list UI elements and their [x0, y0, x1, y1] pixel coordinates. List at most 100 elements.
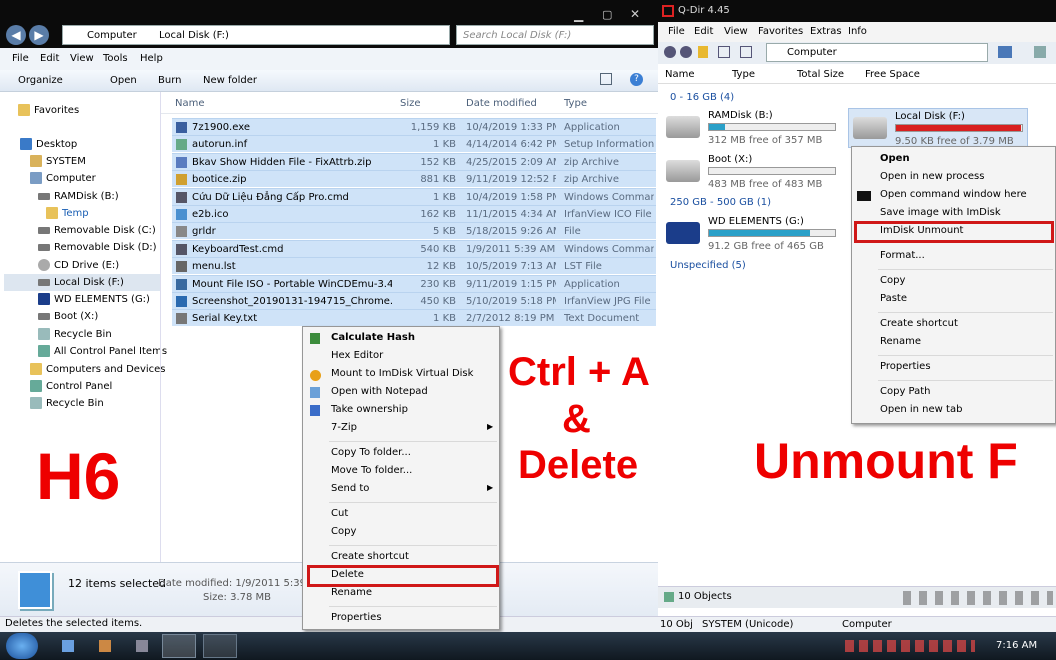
qmenu-open-new-process[interactable]: Open in new process	[880, 171, 984, 182]
group-header[interactable]: 0 - 16 GB (4)	[670, 92, 734, 103]
qdir-menu-extras[interactable]: Extras	[810, 26, 842, 37]
grid-icon[interactable]	[740, 46, 752, 58]
menu-tools[interactable]: Tools	[103, 53, 128, 64]
menu-7zip[interactable]: 7-Zip	[331, 422, 357, 433]
qdir-col-free[interactable]: Free Space	[865, 69, 920, 80]
file-row[interactable]: e2b.ico 162 KB 11/1/2015 4:34 AM IrfanView …	[172, 205, 656, 222]
column-size[interactable]: Size	[400, 98, 421, 109]
nav-item[interactable]: Temp	[46, 205, 89, 222]
taskbar-app-icon[interactable]	[99, 640, 111, 652]
menu-file[interactable]: File	[12, 53, 29, 64]
nav-item[interactable]: Control Panel	[30, 378, 112, 395]
nav-item[interactable]: Recycle Bin	[38, 326, 112, 343]
view-mode-icon[interactable]	[998, 46, 1012, 58]
menu-create-shortcut[interactable]: Create shortcut	[331, 551, 409, 562]
nav-item[interactable]: WD ELEMENTS (G:)	[38, 291, 150, 308]
back-icon[interactable]	[664, 46, 676, 58]
forward-icon[interactable]	[680, 46, 692, 58]
drive-tile[interactable]: WD ELEMENTS (G:) 91.2 GB free of 465 GB	[662, 214, 842, 254]
burn-button[interactable]: Burn	[158, 75, 181, 86]
menu-take-ownership[interactable]: Take ownership	[331, 404, 408, 415]
file-row[interactable]: menu.lst 12 KB 10/5/2019 7:13 AM LST File	[172, 257, 656, 275]
file-row[interactable]: KeyboardTest.cmd 540 KB 1/9/2011 5:39 AM Wi…	[172, 239, 656, 257]
menu-rename[interactable]: Rename	[331, 587, 372, 598]
tool-icons[interactable]	[903, 591, 1053, 605]
menu-cut[interactable]: Cut	[331, 508, 348, 519]
file-row[interactable]: Serial Key.txt 1 KB 2/7/2012 8:19 PM Text D…	[172, 309, 656, 327]
file-row[interactable]: 7z1900.exe 1,159 KB 10/4/2019 1:33 PM Appli…	[172, 118, 656, 135]
help-icon[interactable]: ?	[630, 73, 643, 86]
preview-pane-icon[interactable]	[600, 73, 612, 85]
close-button[interactable]: ✕	[630, 7, 640, 21]
back-icon[interactable]: ◀	[6, 25, 26, 45]
qmenu-open-cmd[interactable]: Open command window here	[880, 189, 1027, 200]
breadcrumb-computer[interactable]: Computer	[87, 30, 137, 41]
qdir-col-type[interactable]: Type	[732, 69, 755, 80]
menu-open-notepad[interactable]: Open with Notepad	[331, 386, 428, 397]
menu-properties[interactable]: Properties	[331, 612, 382, 623]
menu-view[interactable]: View	[70, 53, 94, 64]
qmenu-copy-path[interactable]: Copy Path	[880, 386, 931, 397]
file-row[interactable]: Cứu Dữ Liệu Đẳng Cấp Pro.cmd 1 KB 10/4/201…	[172, 187, 656, 205]
nav-item[interactable]: Removable Disk (C:)	[38, 222, 156, 239]
nav-item[interactable]: Computer	[30, 170, 96, 187]
view-icon[interactable]	[718, 46, 730, 58]
nav-item[interactable]: RAMDisk (B:)	[38, 188, 119, 205]
qdir-menu-view[interactable]: View	[724, 26, 748, 37]
taskbar-explorer-button[interactable]	[162, 634, 196, 658]
qmenu-open-new-tab[interactable]: Open in new tab	[880, 404, 962, 415]
objects-count[interactable]: 10 Objects	[678, 591, 732, 602]
file-row[interactable]: bootice.zip 881 KB 9/11/2019 12:52 PM zip A…	[172, 170, 656, 188]
menu-hex-editor[interactable]: Hex Editor	[331, 350, 383, 361]
qmenu-paste[interactable]: Paste	[880, 293, 907, 304]
nav-item[interactable]: Favorites	[18, 102, 79, 119]
file-row[interactable]: Screenshot_20190131-194715_Chrome.jpg 450…	[172, 292, 656, 309]
qmenu-save-image[interactable]: Save image with ImDisk	[880, 207, 1001, 218]
nav-item[interactable]: Local Disk (F:)	[4, 274, 160, 291]
taskbar-qdir-button[interactable]	[203, 634, 237, 658]
maximize-button[interactable]: ▢	[602, 8, 612, 21]
drive-tile[interactable]: RAMDisk (B:) 312 MB free of 357 MB	[662, 108, 842, 148]
menu-copy[interactable]: Copy	[331, 526, 356, 537]
open-button[interactable]: Open	[110, 75, 137, 86]
taskbar-app-icon[interactable]	[136, 640, 148, 652]
qmenu-format[interactable]: Format...	[880, 250, 925, 261]
nav-item[interactable]: SYSTEM	[30, 153, 86, 170]
qmenu-open[interactable]: Open	[880, 153, 910, 164]
nav-item[interactable]: Recycle Bin	[30, 395, 104, 412]
column-name[interactable]: Name	[175, 98, 205, 109]
menu-move-to-folder[interactable]: Move To folder...	[331, 465, 412, 476]
menu-calculate-hash[interactable]: Calculate Hash	[331, 332, 415, 343]
qdir-col-total[interactable]: Total Size	[797, 69, 844, 80]
menu-mount-imdisk[interactable]: Mount to ImDisk Virtual Disk	[331, 368, 473, 379]
qdir-menu-file[interactable]: File	[668, 26, 685, 37]
qdir-menu-edit[interactable]: Edit	[694, 26, 713, 37]
nav-item[interactable]: CD Drive (E:)	[38, 257, 119, 274]
nav-item[interactable]: Computers and Devices	[30, 361, 166, 378]
drive-tile[interactable]: Boot (X:) 483 MB free of 483 MB	[662, 152, 842, 192]
up-folder-icon[interactable]	[698, 46, 708, 58]
qdir-address-bar[interactable]: Computer	[766, 43, 988, 62]
menu-copy-to-folder[interactable]: Copy To folder...	[331, 447, 411, 458]
qmenu-rename[interactable]: Rename	[880, 336, 921, 347]
qdir-col-name[interactable]: Name	[665, 69, 695, 80]
nav-item[interactable]: Removable Disk (D:)	[38, 239, 157, 256]
qmenu-properties[interactable]: Properties	[880, 361, 931, 372]
forward-icon[interactable]: ▶	[29, 25, 49, 45]
nav-item[interactable]: Boot (X:)	[38, 308, 98, 325]
qmenu-copy[interactable]: Copy	[880, 275, 905, 286]
nav-item[interactable]: All Control Panel Items	[38, 343, 167, 360]
minimize-button[interactable]: ▁	[574, 8, 583, 22]
group-header[interactable]: 250 GB - 500 GB (1)	[670, 197, 771, 208]
qmenu-create-shortcut[interactable]: Create shortcut	[880, 318, 958, 329]
options-icon[interactable]	[1034, 46, 1046, 58]
new-folder-button[interactable]: New folder	[203, 75, 257, 86]
search-input[interactable]: Search Local Disk (F:)	[456, 25, 654, 45]
file-row[interactable]: Bkav Show Hidden File - FixAttrb.zip 152 …	[172, 152, 656, 170]
group-header[interactable]: Unspecified (5)	[670, 260, 746, 271]
drive-tile[interactable]: Local Disk (F:) 9.50 KB free of 3.79 MB	[848, 108, 1028, 148]
tray-icons[interactable]	[845, 640, 975, 652]
file-row[interactable]: autorun.inf 1 KB 4/14/2014 6:42 PM Setup In…	[172, 135, 656, 153]
menu-edit[interactable]: Edit	[40, 53, 59, 64]
address-bar[interactable]: Computer Local Disk (F:)	[62, 25, 450, 45]
